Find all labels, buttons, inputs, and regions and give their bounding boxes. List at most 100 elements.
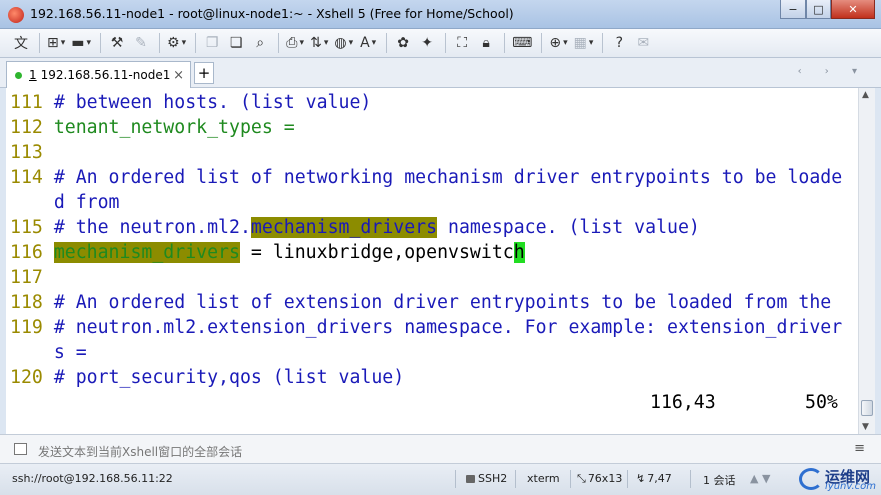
compose-menu-icon[interactable]: ≡ [854,441,865,456]
search-highlight: mechanism_drivers [53,242,240,263]
paste-icon[interactable]: ❏ [225,32,247,54]
scroll-thumb[interactable] [861,400,873,416]
watermark-icon [799,468,823,490]
cursor-icon: ↯ [636,472,646,485]
line-text: # An ordered list of networking mechanis… [53,167,843,188]
maximize-button[interactable]: □ [806,0,831,19]
line-number: 118 [10,292,43,313]
tab-session-1[interactable]: 1 192.168.56.11-node1 × [6,61,191,88]
lock-icon [466,475,475,483]
xftp-icon[interactable]: ✿ [392,32,414,54]
language-button[interactable]: 文 [10,32,32,54]
tab-number: 1 [29,68,37,82]
line-text: s = [53,342,87,363]
terminal-line: 112 tenant_network_types = [10,115,858,140]
size-label: 76x13 [587,472,623,485]
protocol-label: SSH2 [478,472,508,485]
cursor-position: 116,43 [650,392,716,413]
globe-icon[interactable]: ◍ [332,32,355,54]
scroll-down-icon[interactable]: ▼ [862,422,869,432]
terminal-line: 117 [10,265,858,290]
new-session-icon[interactable]: ⊞ [45,32,67,54]
compose-icon[interactable] [14,443,27,455]
cursor-status: ↯ 7,47 [636,472,672,485]
status-separator [455,470,456,488]
status-separator [570,470,571,488]
line-text: d from [53,192,120,213]
terminal-line: 116 mechanism_drivers = linuxbridge,open… [10,240,858,265]
toolbar-separator [504,33,506,53]
help-icon[interactable]: ? [608,32,630,54]
lock-icon[interactable]: 🔒︎ [475,32,497,54]
terminal-line: 113 [10,140,858,165]
terminal-size: ⤡ 76x13 [577,472,622,486]
print-icon[interactable]: ⎙ [284,32,306,54]
title-bar: 192.168.56.11-node1 - root@linux-node1:~… [0,0,881,29]
search-highlight: mechanism_drivers [250,217,438,238]
minimize-button[interactable]: − [780,0,806,19]
toolbar-separator [39,33,40,53]
properties-icon[interactable]: ⚙ [165,32,188,54]
window-title: 192.168.56.11-node1 - root@linux-node1:~… [30,6,514,21]
terminal-line: 118 # An ordered list of extension drive… [10,290,858,315]
line-number: 119 [10,317,43,338]
terminal-line: 119 # neutron.ml2.extension_drivers name… [10,315,858,340]
line-number: 111 [10,92,43,113]
connected-status-icon [15,71,22,79]
toolbar-separator [159,33,161,53]
connection-info: ssh://root@192.168.56.11:22 [12,472,173,485]
copy-icon[interactable]: ❐ [201,32,223,54]
terminal-line: 111 # between hosts. (list value) [10,90,858,115]
tab-close-icon[interactable]: × [173,68,184,83]
line-number: 120 [10,367,43,388]
chat-icon[interactable]: ✉ [632,32,654,54]
status-separator [690,470,691,488]
window-controls: − □ ✕ [780,0,875,20]
terminal-output[interactable]: 111 # between hosts. (list value) 112 te… [6,88,858,434]
font-icon[interactable]: A [357,32,379,54]
vertical-scrollbar[interactable]: ▲ ▼ [858,88,875,434]
find-icon[interactable]: ⌕ [249,32,271,54]
new-tab-button[interactable]: + [194,62,214,84]
toolbar-separator [278,33,280,53]
fullscreen-icon[interactable]: ⛶ [451,32,473,54]
tab-navigation[interactable]: ‹ › ▾ [798,66,867,77]
toolbar: 文 ⊞ ▬ ⚒ ✎ ⚙ ❐ ❏ ⌕ ⎙ ⇅ ◍ A ✿ ✦ ⛶ 🔒︎ ⌨ ⊕ ▦… [0,29,881,58]
watermark-url: iyunv.com [825,481,877,492]
line-text: # An ordered list of extension driver en… [53,292,832,313]
close-button[interactable]: ✕ [831,0,875,19]
terminal-line-wrap: s = [10,340,858,365]
line-number: 117 [10,267,43,288]
session-count: 1 会话 [703,474,736,487]
status-separator [627,470,628,488]
xshell-app-icon[interactable] [8,7,24,23]
toolbar-separator [541,33,543,53]
disconnect-icon[interactable]: ✎ [130,32,152,54]
line-number: 113 [10,142,43,163]
protocol-status: SSH2 [466,472,507,485]
tab-bar: 1 192.168.56.11-node1 × + ‹ › ▾ [0,58,881,88]
xmanager-icon[interactable]: ✦ [416,32,438,54]
transfer-icon[interactable]: ⇅ [308,32,330,54]
line-text: # between hosts. (list value) [53,92,372,113]
scroll-up-icon[interactable]: ▲ [862,90,869,100]
open-folder-icon[interactable]: ▬ [69,32,93,54]
layout-icon[interactable]: ▦ [572,32,596,54]
line-number: 114 [10,167,43,188]
toolbar-separator [602,33,604,53]
text-cursor: h [513,242,525,263]
line-text: # the neutron.ml2. [53,217,251,238]
terminal-line: 120 # port_security,qos (list value) [10,365,858,390]
keyboard-icon[interactable]: ⌨ [510,32,534,54]
add-icon[interactable]: ⊕ [547,32,569,54]
line-text: = linuxbridge,openvswitc [239,242,514,263]
resize-icon: ⤡ [577,472,586,485]
terminal-line: 114 # An ordered list of networking mech… [10,165,858,190]
session-nav[interactable]: ▲ ▼ [750,472,770,485]
compose-input[interactable]: 发送文本到当前Xshell窗口的全部会话 [38,443,242,460]
vim-ruler: 116,43 50% [10,390,858,415]
reconnect-icon[interactable]: ⚒ [106,32,128,54]
terminal-type: xterm [527,472,560,485]
toolbar-separator [445,33,447,53]
terminal-line: 115 # the neutron.ml2.mechanism_drivers … [10,215,858,240]
